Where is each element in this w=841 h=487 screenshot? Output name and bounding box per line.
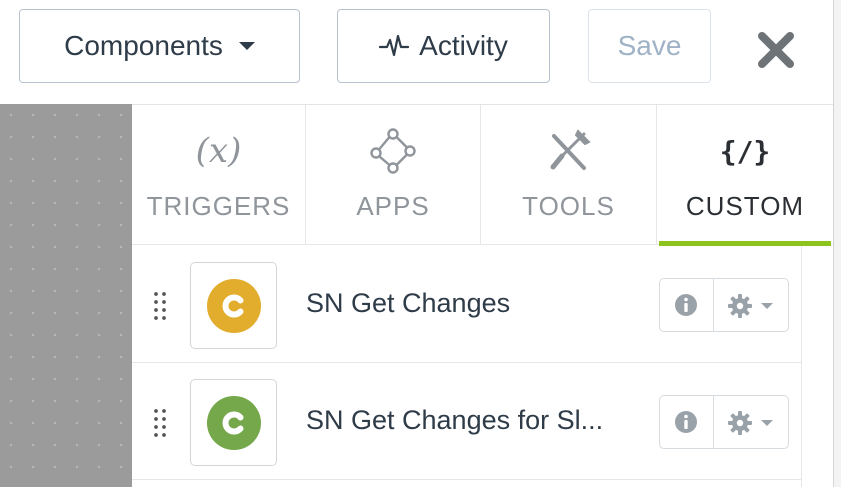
- list-item[interactable]: SN Get Changes for Sl...: [132, 363, 802, 480]
- component-tabs: (x) TRIGGERS APPS TOOLS {/} CUSTOM: [132, 105, 833, 246]
- component-logo: [190, 262, 277, 349]
- tab-apps[interactable]: APPS: [306, 105, 481, 245]
- c-letter-icon: [222, 411, 243, 434]
- activity-button[interactable]: Activity: [337, 9, 550, 83]
- tab-label: CUSTOM: [685, 191, 805, 221]
- tab-label: TRIGGERS: [146, 191, 291, 221]
- activity-label: Activity: [419, 30, 508, 61]
- component-name: SN Get Changes for Sl...: [306, 405, 604, 435]
- tab-label: APPS: [356, 191, 430, 221]
- save-button[interactable]: Save: [588, 9, 711, 83]
- chevron-down-icon[interactable]: [761, 303, 773, 309]
- function-icon: (x): [195, 131, 242, 171]
- save-label: Save: [617, 30, 682, 61]
- drag-handle-icon[interactable]: [152, 407, 170, 439]
- chevron-down-icon[interactable]: [761, 420, 773, 426]
- info-icon[interactable]: [674, 293, 698, 317]
- gear-icon[interactable]: [727, 410, 753, 436]
- components-panel: (x) TRIGGERS APPS TOOLS {/} CUSTOM SN Ge…: [132, 104, 833, 487]
- actions-divider: [713, 279, 714, 331]
- close-icon[interactable]: [756, 30, 796, 70]
- actions-divider: [713, 396, 714, 448]
- tab-custom[interactable]: {/} CUSTOM: [657, 105, 833, 246]
- tab-label: TOOLS: [522, 191, 615, 221]
- components-dropdown-button[interactable]: Components: [19, 9, 300, 83]
- components-label: Components: [64, 30, 223, 61]
- component-actions: [659, 278, 789, 332]
- tools-icon: [550, 129, 591, 170]
- tab-triggers[interactable]: (x) TRIGGERS: [132, 105, 306, 245]
- apps-nodes-icon: [370, 128, 416, 174]
- component-actions: [659, 395, 789, 449]
- workflow-canvas[interactable]: [0, 104, 132, 487]
- c-badge-icon: [206, 395, 261, 450]
- tab-tools[interactable]: TOOLS: [481, 105, 657, 245]
- gear-icon[interactable]: [727, 293, 753, 319]
- code-icon: {/}: [719, 134, 771, 168]
- list-item[interactable]: SN Get Changes: [132, 246, 802, 363]
- c-letter-icon: [222, 294, 243, 317]
- component-name: SN Get Changes: [306, 288, 511, 318]
- chevron-down-icon: [238, 42, 255, 50]
- component-logo: [190, 379, 277, 466]
- component-list: SN Get Changes SN Get Changes for Sl...: [132, 246, 802, 487]
- top-toolbar: Components Activity Save: [0, 0, 841, 104]
- right-edge-strip: [833, 0, 841, 487]
- drag-handle-icon[interactable]: [152, 290, 170, 322]
- info-icon[interactable]: [674, 410, 698, 434]
- c-badge-icon: [206, 278, 261, 333]
- activity-pulse-icon: [379, 34, 410, 57]
